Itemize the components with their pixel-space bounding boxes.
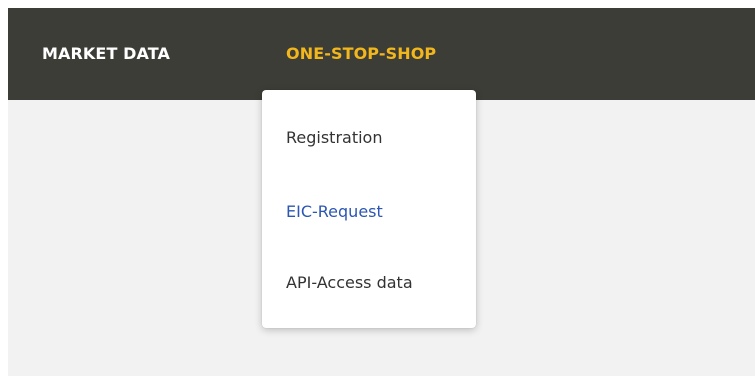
menu-item-api-access-data[interactable]: API-Access data [286, 263, 460, 303]
nav-item-one-stop-shop[interactable]: ONE-STOP-SHOP [286, 8, 436, 100]
menu-item-registration[interactable]: Registration [286, 118, 460, 158]
nav-item-market-data[interactable]: MARKET DATA [42, 8, 170, 100]
top-navigation-bar: MARKET DATA ONE-STOP-SHOP [8, 8, 755, 100]
one-stop-shop-dropdown-menu: Registration EIC-Request API-Access data [262, 90, 476, 328]
menu-item-eic-request[interactable]: EIC-Request [286, 192, 460, 232]
